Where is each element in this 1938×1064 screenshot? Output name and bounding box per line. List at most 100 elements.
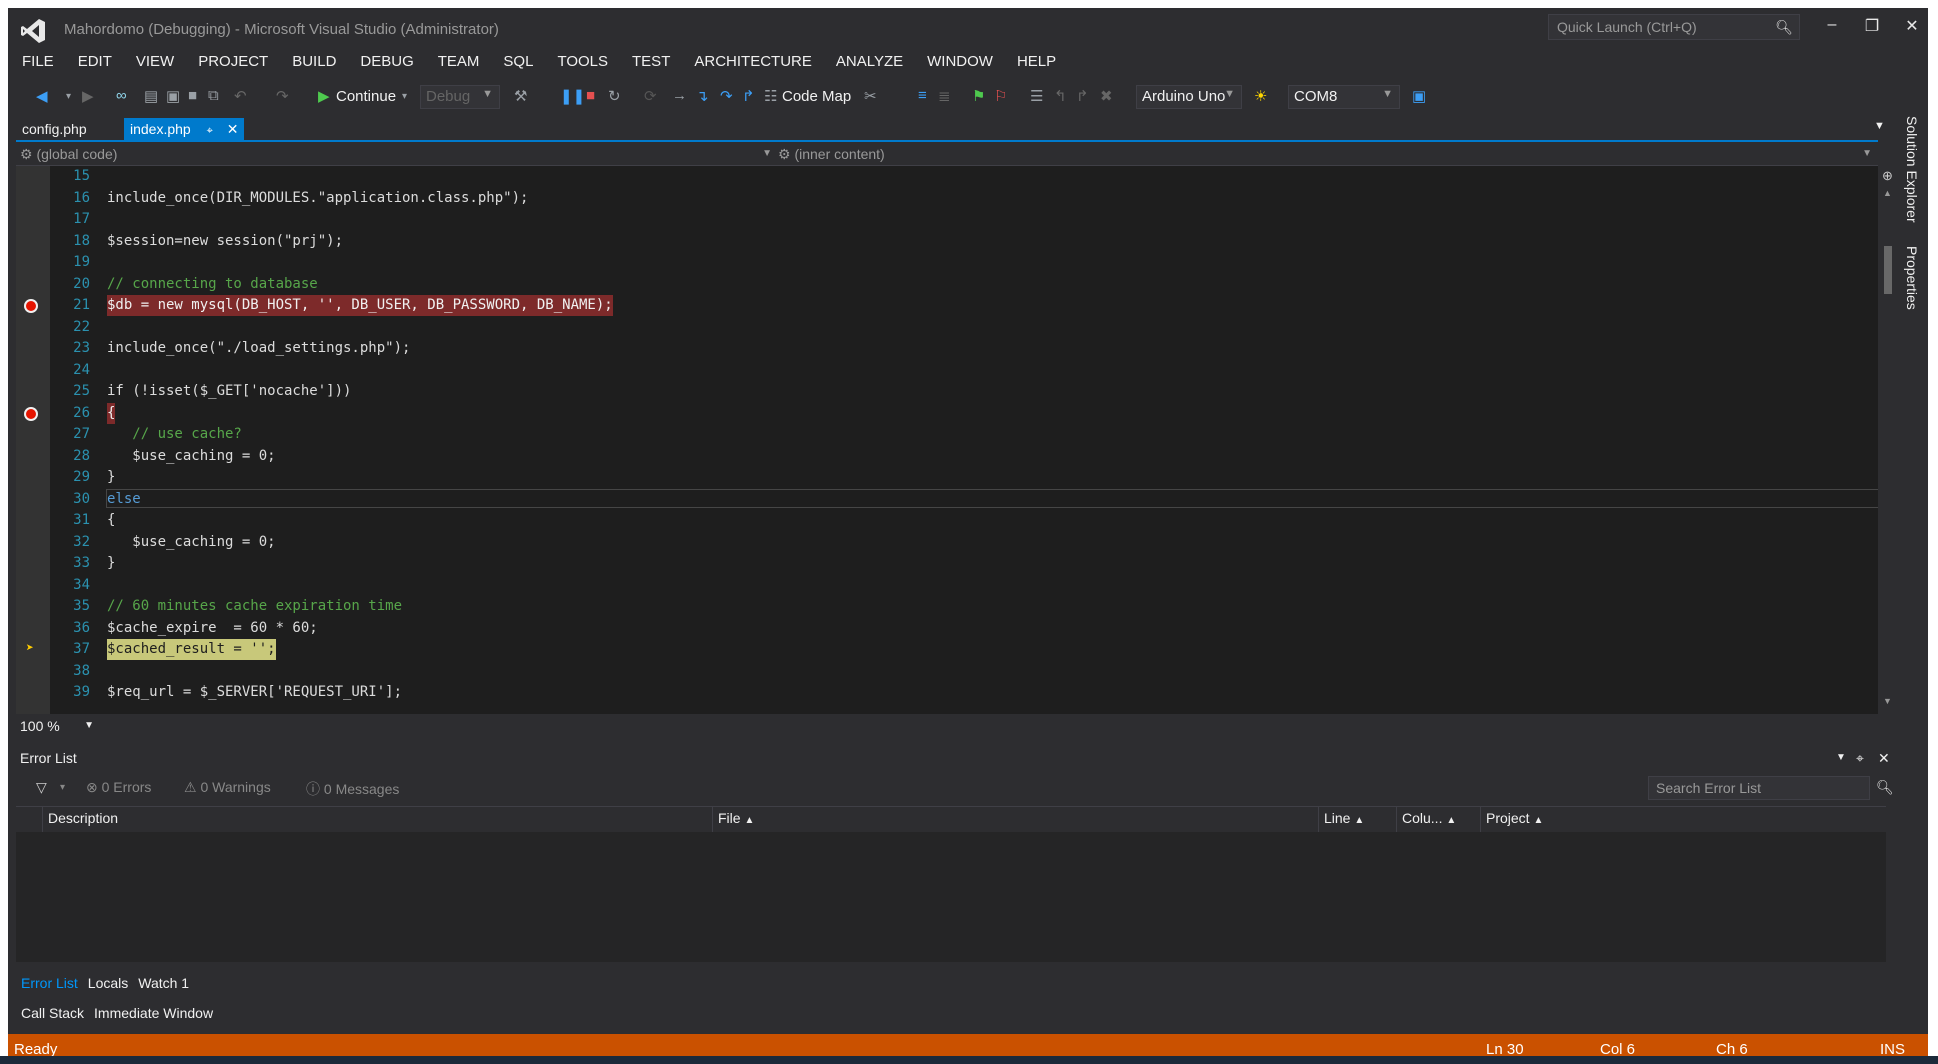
scroll-down-icon[interactable]: ▼ — [1883, 696, 1892, 706]
code-line[interactable]: 34 — [16, 575, 1878, 596]
lightbulb-icon[interactable]: ☀ — [1254, 87, 1267, 105]
back-dropdown-icon[interactable]: ▾ — [66, 91, 71, 102]
code-text[interactable]: $req_url = $_SERVER['REQUEST_URI']; — [107, 682, 402, 703]
code-text[interactable]: $cache_expire = 60 * 60; — [107, 618, 318, 639]
warnings-filter-button[interactable]: ⚠ 0 Warnings — [184, 779, 271, 796]
code-line[interactable]: 22 — [16, 317, 1878, 338]
menu-window[interactable]: WINDOW — [915, 50, 1005, 74]
continue-dropdown-icon[interactable]: ▾ — [402, 91, 407, 102]
serial-monitor-icon[interactable]: ▣ — [1412, 87, 1426, 105]
code-text[interactable]: { — [107, 402, 116, 424]
restart-icon[interactable]: ↻ — [608, 87, 621, 105]
menu-file[interactable]: FILE — [8, 50, 66, 74]
undo-icon[interactable]: ↶ — [234, 87, 247, 105]
menu-build[interactable]: BUILD — [280, 50, 348, 74]
code-line[interactable]: 19 — [16, 252, 1878, 273]
menu-architecture[interactable]: ARCHITECTURE — [682, 50, 824, 74]
step-out-icon[interactable]: ↱ — [742, 87, 755, 105]
code-line[interactable]: 29} — [16, 467, 1878, 488]
menu-help[interactable]: HELP — [1005, 50, 1068, 74]
code-text[interactable]: include_once("./load_settings.php"); — [107, 338, 410, 359]
code-line[interactable]: 32 $use_caching = 0; — [16, 532, 1878, 553]
code-text[interactable]: $use_caching = 0; — [107, 446, 275, 467]
code-text[interactable]: // connecting to database — [107, 274, 318, 295]
code-line[interactable]: ➤ 37 $cached_result = ''; — [16, 639, 1878, 660]
code-line[interactable]: 15 — [16, 166, 1878, 187]
close-window-button[interactable]: ✕ — [1894, 16, 1928, 38]
new-project-icon[interactable]: ▤ — [144, 87, 158, 105]
search-error-list-input[interactable]: Search Error List — [1648, 776, 1870, 800]
minimize-button[interactable]: – — [1814, 16, 1850, 38]
close-panel-icon[interactable]: ✕ — [1878, 748, 1890, 768]
tab-call-stack[interactable]: Call Stack — [16, 1002, 89, 1024]
menu-view[interactable]: VIEW — [124, 50, 186, 74]
messages-filter-button[interactable]: ⓘ 0 Messages — [306, 779, 399, 799]
code-editor[interactable]: 15 16 include_once(DIR_MODULES."applicatio… — [16, 166, 1878, 714]
scope-dropdown[interactable]: ⚙ (global code) ▼ — [20, 143, 772, 165]
continue-play-icon[interactable]: ▶︎ — [318, 87, 330, 105]
uncomment-icon[interactable]: ⚐ — [994, 87, 1007, 105]
column-file[interactable]: File ▲ — [718, 810, 754, 826]
code-text[interactable]: } — [107, 553, 115, 574]
column-description[interactable]: Description — [48, 810, 118, 826]
editor-vertical-scrollbar[interactable]: ⊕ ▲ ▼ — [1878, 166, 1898, 714]
code-line[interactable]: 17 — [16, 209, 1878, 230]
filter-icon[interactable]: ▽ — [36, 779, 47, 796]
pin-icon[interactable]: ⌖ — [207, 125, 213, 137]
open-file-icon[interactable]: ▣ — [166, 87, 180, 105]
code-line[interactable]: 25 if (!isset($_GET['nocache'])) — [16, 381, 1878, 402]
menu-tools[interactable]: TOOLS — [545, 50, 620, 74]
code-line[interactable]: 26 { — [16, 402, 1878, 424]
menu-project[interactable]: PROJECT — [186, 50, 280, 74]
close-tab-icon[interactable]: ✕ — [227, 121, 239, 137]
solution-config-dropdown[interactable]: Debug ▼ — [420, 85, 500, 109]
tab-overflow-icon[interactable]: ▼ — [1874, 120, 1885, 132]
step-over-icon[interactable]: ↷ — [720, 87, 733, 105]
navigate-back-icon[interactable]: ◀︎ — [36, 87, 48, 105]
pin-panel-icon[interactable]: ⌖ — [1856, 748, 1864, 768]
next-bookmark-icon[interactable]: ↱ — [1076, 87, 1089, 105]
scroll-thumb[interactable] — [1884, 246, 1892, 294]
code-line[interactable]: 30 else — [16, 488, 1878, 510]
save-all-icon[interactable]: ⧉ — [208, 87, 219, 104]
column-column[interactable]: Colu... ▲ — [1402, 810, 1456, 826]
bookmark-icon[interactable]: ☰ — [1030, 87, 1043, 105]
prev-bookmark-icon[interactable]: ↰ — [1054, 87, 1067, 105]
column-line[interactable]: Line ▲ — [1324, 810, 1364, 826]
save-icon[interactable]: ■ — [188, 87, 197, 104]
code-line[interactable]: 36 $cache_expire = 60 * 60; — [16, 618, 1878, 639]
tab-index-php[interactable]: index.php ⌖ ✕ — [124, 118, 245, 140]
restore-button[interactable]: ❐ — [1854, 16, 1890, 38]
tab-error-list[interactable]: Error List — [16, 972, 83, 994]
clear-bookmarks-icon[interactable]: ✖ — [1100, 87, 1113, 105]
code-line[interactable]: 27 // use cache? — [16, 424, 1878, 445]
menu-team[interactable]: TEAM — [426, 50, 492, 74]
member-dropdown[interactable]: ⚙ (inner content) ▼ — [778, 143, 1872, 165]
code-text[interactable]: } — [107, 467, 115, 488]
code-line[interactable]: 39 $req_url = $_SERVER['REQUEST_URI']; — [16, 682, 1878, 703]
code-text[interactable]: include_once(DIR_MODULES."application.cl… — [107, 188, 528, 209]
break-all-icon[interactable]: ❚❚ — [560, 87, 585, 105]
continue-button[interactable]: Continue — [336, 88, 396, 105]
panel-dropdown-icon[interactable]: ▼ — [1836, 748, 1846, 768]
code-line[interactable]: 28 $use_caching = 0; — [16, 446, 1878, 467]
comment-icon[interactable]: ⚑ — [972, 87, 985, 105]
apply-code-changes-icon[interactable]: ⟳ — [644, 87, 657, 105]
menu-sql[interactable]: SQL — [491, 50, 545, 74]
code-text[interactable]: $session=new session("prj"); — [107, 231, 343, 252]
board-dropdown[interactable]: Arduino Uno ▼ — [1136, 85, 1242, 109]
tab-watch-1[interactable]: Watch 1 — [133, 972, 194, 994]
properties-tab[interactable]: Properties — [1904, 246, 1920, 310]
zoom-dropdown[interactable]: 100 % ▼ — [16, 716, 98, 736]
search-icon[interactable]: 🔍︎ — [1876, 779, 1894, 796]
process-icon[interactable]: ⚒ — [514, 87, 527, 105]
code-map-button[interactable]: Code Map — [782, 88, 851, 105]
port-dropdown[interactable]: COM8 ▼ — [1288, 85, 1400, 109]
split-icon[interactable]: ⊕ — [1882, 168, 1893, 184]
code-line[interactable]: 35 // 60 minutes cache expiration time — [16, 596, 1878, 617]
breakpoint-icon[interactable] — [24, 406, 38, 421]
tab-locals[interactable]: Locals — [83, 972, 133, 994]
code-text[interactable]: $db = new mysql(DB_HOST, '', DB_USER, DB… — [107, 295, 613, 316]
scroll-up-icon[interactable]: ▲ — [1883, 188, 1892, 198]
step-into-icon[interactable]: ↴ — [696, 87, 709, 105]
